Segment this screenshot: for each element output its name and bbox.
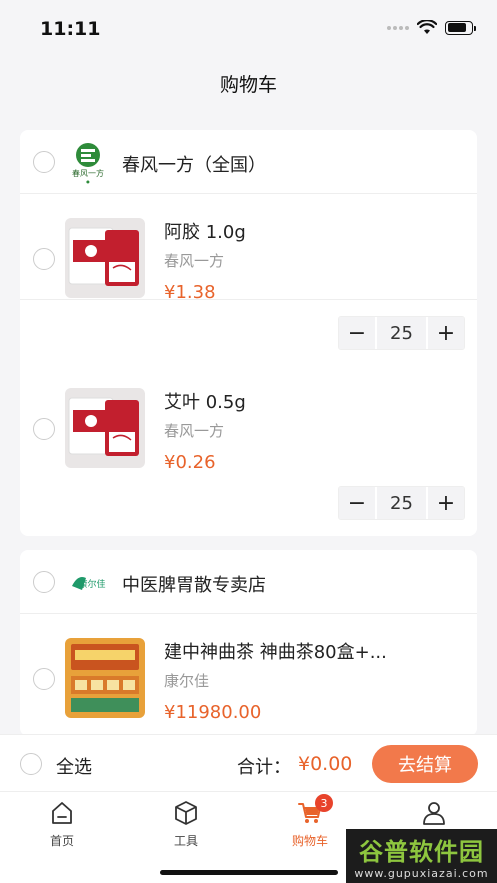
decrement-button[interactable]: −: [339, 487, 375, 519]
status-time: 11:11: [40, 18, 101, 40]
tab-label: 首页: [49, 834, 74, 848]
tab-cart[interactable]: 3 购物车: [270, 794, 350, 849]
cart-icon-wrap: 3: [297, 794, 333, 826]
box-icon: [175, 801, 197, 825]
tab-label: 工具: [173, 834, 198, 848]
home-icon: [52, 802, 72, 824]
user-icon: [423, 802, 445, 825]
status-indicators: [387, 20, 476, 35]
select-all-label[interactable]: 全选: [56, 753, 92, 779]
status-bar: 11:11: [0, 0, 497, 56]
watermark-logo: 谷普软件园 www.gupuxiazai.com: [346, 829, 497, 883]
item-seller: 春风一方: [164, 422, 225, 440]
tab-tools[interactable]: 工具: [146, 800, 226, 849]
item-seller: 春风一方: [164, 252, 225, 270]
cart-item: 建中神曲茶 神曲茶80盒+... 康尔佳 ¥11980.00: [20, 550, 477, 723]
item-select-radio[interactable]: [33, 418, 55, 440]
select-all-radio[interactable]: [20, 753, 42, 775]
item-price: ¥11980.00: [164, 702, 262, 723]
home-indicator: [160, 870, 338, 875]
item-price: ¥0.26: [164, 452, 216, 473]
quantity-value[interactable]: 25: [375, 487, 428, 519]
watermark-url: www.gupuxiazai.com: [354, 867, 489, 880]
checkout-bar: 全选 合计： ¥0.00 去结算: [0, 734, 497, 792]
total-value: ¥0.00: [298, 753, 353, 775]
product-image[interactable]: [65, 638, 145, 718]
store-card: 康尔佳 中医脾胃散专卖店 建中神曲茶 神曲茶80盒+... 康尔佳 ¥11980…: [20, 550, 477, 736]
item-title[interactable]: 艾叶 0.5g: [164, 388, 246, 414]
cart-item: 阿胶 1.0g 春风一方 ¥1.38 − 25 +: [20, 130, 477, 350]
item-select-radio[interactable]: [33, 248, 55, 270]
tab-home[interactable]: 首页: [22, 800, 102, 849]
page-title: 购物车: [219, 74, 277, 96]
cart-badge: 3: [315, 794, 333, 812]
signal-dots-icon: [387, 25, 409, 30]
cart-item: 艾叶 0.5g 春风一方 ¥0.26 − 25 +: [20, 300, 477, 520]
checkout-button[interactable]: 去结算: [372, 745, 478, 783]
total-label: 合计：: [237, 757, 291, 778]
item-title[interactable]: 建中神曲茶 神曲茶80盒+...: [164, 638, 387, 664]
tab-label: 购物车: [291, 834, 328, 848]
item-seller: 康尔佳: [164, 672, 210, 690]
battery-icon: [445, 20, 476, 35]
quantity-stepper: − 25 +: [338, 486, 465, 520]
product-image[interactable]: [65, 218, 145, 298]
item-select-radio[interactable]: [33, 668, 55, 690]
wifi-icon: [417, 20, 437, 34]
increment-button[interactable]: +: [428, 487, 464, 519]
product-image[interactable]: [65, 388, 145, 468]
store-card: 春风一方 ● 春风一方（全国） 阿胶 1.0g 春风一方 ¥1.38 − 25 …: [20, 130, 477, 536]
watermark-text: 谷普软件园: [359, 838, 484, 866]
item-title[interactable]: 阿胶 1.0g: [164, 218, 246, 244]
